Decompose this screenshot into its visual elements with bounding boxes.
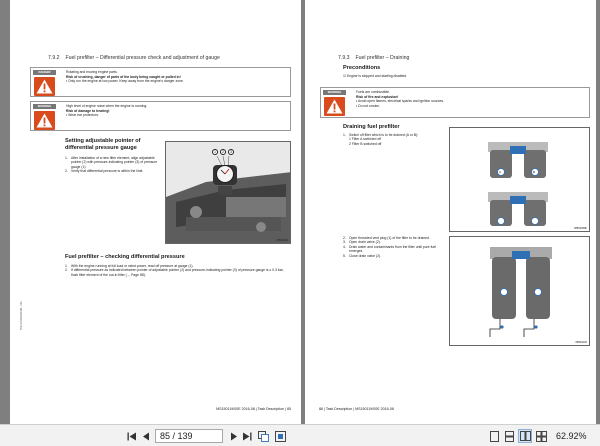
engine-gauge-illustration: [166, 142, 290, 243]
setting-heading: Setting adjustable pointer of differenti…: [65, 138, 141, 151]
draining-step: Close drain valve (2).: [349, 253, 382, 258]
figure-code: 08500058b: [574, 227, 587, 230]
gauge-figure: 1 2 3 08501029: [165, 141, 291, 244]
section-number: 7.9.2: [48, 55, 60, 61]
section-number: 7.9.3: [338, 55, 350, 61]
callout-1: 1: [212, 149, 218, 155]
section-title-text: Fuel prefilter – Draining: [355, 55, 410, 61]
warning-notice: WARNING High level of engine noise when …: [30, 101, 291, 131]
warning-bullet: • Wear ear protectors.: [66, 113, 99, 118]
checking-heading: Fuel prefilter – checking differential p…: [65, 254, 185, 260]
fit-page-icon[interactable]: [274, 429, 287, 443]
setting-steps: 1. After installation of a new filter ele…: [65, 156, 161, 174]
warning-triangle-icon: [324, 97, 345, 116]
warning-badge: WARNING: [33, 104, 56, 109]
filter-switch-figure: A B 08500058b: [449, 127, 590, 232]
figure-code: 08501026: [575, 341, 587, 344]
draining-steps-1: 1. Switch off filter which is to be drain…: [343, 133, 447, 146]
filter-drain-illustration: [450, 237, 589, 345]
page-footer: MS150119/00E 2016-08 | Task Description …: [216, 407, 291, 411]
danger-badge: DANGER: [33, 70, 56, 75]
filter-switch-illustration: [450, 128, 589, 231]
danger-text: Rotating and moving engine parts. Risk o…: [66, 70, 287, 84]
section-title-text: Fuel prefilter – Differential pressure c…: [65, 55, 220, 61]
filter-a-label: A: [499, 169, 502, 174]
page-85: 7.9.2 Fuel prefilter – Differential pres…: [10, 0, 301, 424]
setting-step: After installation of a new filter eleme…: [71, 156, 158, 169]
warning-text: High level of engine noise when the engi…: [66, 104, 287, 118]
filter-b-label: B: [533, 169, 536, 174]
previous-page-icon[interactable]: [140, 429, 152, 443]
page-footer: 86 | Task Description | MS150119/00E 201…: [319, 407, 394, 411]
last-page-icon[interactable]: [241, 429, 253, 443]
next-page-icon[interactable]: [228, 429, 240, 443]
warning-text: Fuels are combustible. Risk of fire and …: [356, 90, 586, 108]
filter-drain-figure: 08501026: [449, 236, 590, 346]
warning-triangle-icon: [34, 77, 55, 96]
figure-code: 08501029: [276, 239, 288, 242]
page-86: 7.9.3 Fuel prefilter – Draining Precondi…: [305, 0, 596, 424]
callout-3: 3: [228, 149, 234, 155]
section-title: 7.9.3 Fuel prefilter – Draining: [338, 55, 409, 61]
zoom-level[interactable]: 62.92%: [556, 429, 587, 443]
continuous-view-icon[interactable]: [503, 429, 516, 443]
draining-heading: Draining fuel prefilter: [343, 124, 400, 130]
two-page-view-icon[interactable]: [518, 429, 532, 443]
warning-bullet: • Do not smoke.: [356, 103, 380, 108]
checking-step: If differential pressure as indicated be…: [71, 268, 284, 277]
warning-notice: WARNING Fuels are combustible. Risk of f…: [320, 87, 590, 118]
checking-steps: 1. With the engine running at full load o…: [65, 264, 291, 277]
draining-steps-2: 2. Open threaded vent plug (1) of the fil…: [343, 236, 447, 258]
danger-notice: DANGER Rotating and moving engine parts.…: [30, 67, 291, 97]
section-title: 7.9.2 Fuel prefilter – Differential pres…: [48, 55, 220, 61]
first-page-icon[interactable]: [126, 429, 138, 443]
sub-item: 2 Filter B switched off: [349, 141, 382, 146]
page-number-input[interactable]: 85 / 139: [155, 429, 223, 443]
document-viewport[interactable]: 7.9.2 Fuel prefilter – Differential pres…: [0, 0, 600, 424]
precondition: ☑ Engine is stopped and starting disable…: [343, 74, 408, 78]
warning-badge: WARNING: [323, 90, 346, 95]
side-code: TIM-ID:0000029445 - 001: [20, 301, 23, 330]
danger-bullet: • Only run the engine at low power. Keep…: [66, 79, 184, 84]
warning-triangle-icon: [34, 111, 55, 130]
setting-step: Verify that differential pressure is wit…: [71, 169, 144, 174]
single-page-view-icon[interactable]: [488, 429, 501, 443]
two-page-continuous-icon[interactable]: [535, 429, 548, 443]
draining-step: Drain water and contaminants from the fi…: [349, 244, 437, 254]
copy-pages-icon[interactable]: [257, 429, 270, 443]
callout-2: 2: [220, 149, 226, 155]
preconditions-heading: Preconditions: [343, 65, 381, 71]
pdf-toolbar: 85 / 139 62.92%: [0, 424, 600, 446]
